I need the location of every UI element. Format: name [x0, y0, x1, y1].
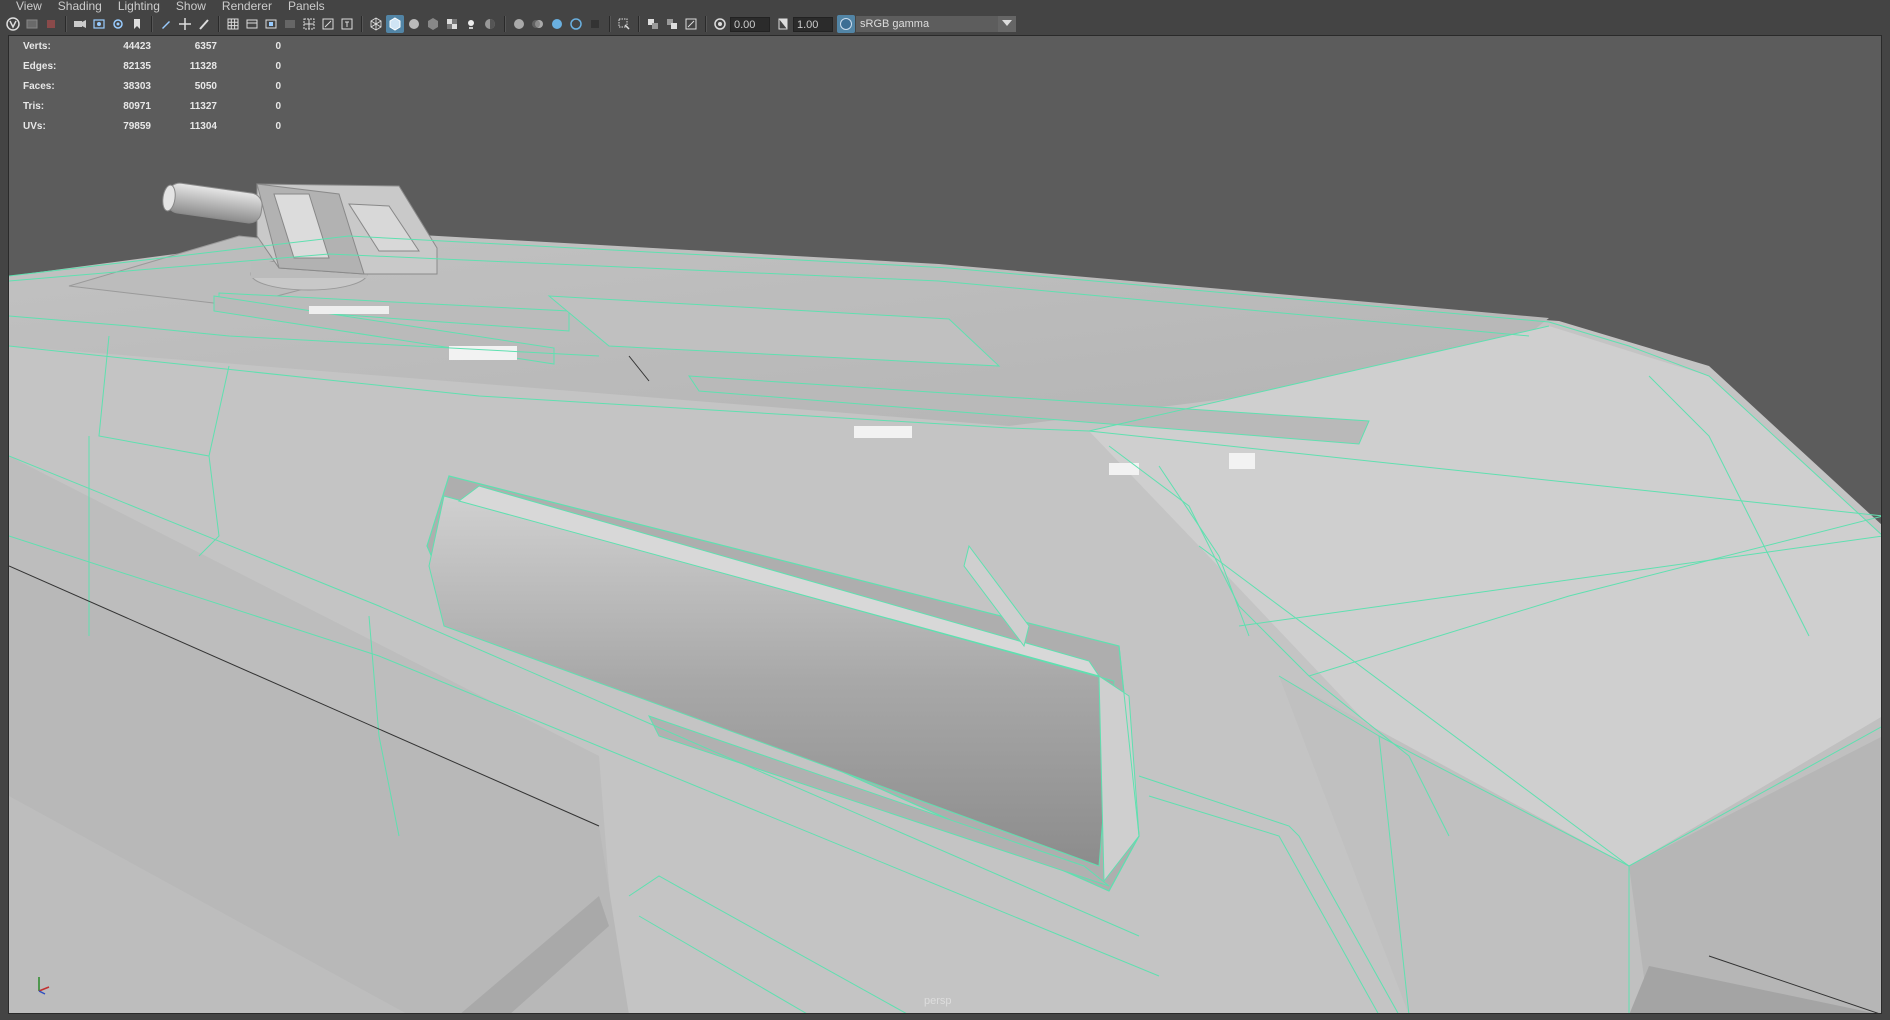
paint-icon[interactable]	[195, 15, 213, 33]
hud-selected: 11328	[189, 60, 217, 72]
use-default-material-icon[interactable]	[424, 15, 442, 33]
xray-joints-icon[interactable]	[644, 15, 662, 33]
menu-show[interactable]: Show	[169, 0, 213, 13]
menu-shading[interactable]: Shading	[51, 0, 109, 13]
top-plate-highlight-4	[1229, 453, 1255, 469]
safe-action-icon[interactable]	[319, 15, 337, 33]
exposure-field[interactable]: 0.00	[730, 16, 770, 32]
2d-pan-icon[interactable]	[90, 15, 108, 33]
isolate-select-icon[interactable]	[586, 15, 604, 33]
hud-label: Faces:	[23, 80, 55, 92]
smooth-shade-icon[interactable]	[405, 15, 423, 33]
textured-icon[interactable]	[443, 15, 461, 33]
chevron-down-icon	[1002, 20, 1012, 26]
bookmarks-icon[interactable]	[42, 15, 60, 33]
gamma-field[interactable]: 1.00	[793, 16, 833, 32]
scene-render[interactable]	[9, 36, 1882, 1014]
hud-total: 80971	[123, 100, 151, 112]
top-plate-highlight-5	[309, 306, 389, 314]
motion-blur-icon[interactable]	[529, 15, 547, 33]
hud-row-tris: Tris: 80971 11327 0	[23, 96, 303, 116]
exposure-icon[interactable]	[711, 15, 729, 33]
grease-pencil-icon[interactable]	[109, 15, 127, 33]
turret-barrel	[166, 182, 263, 224]
hud-row-uvs: UVs: 79859 11304 0	[23, 116, 303, 136]
hud-total: 44423	[123, 40, 151, 52]
hud-extra: 0	[275, 40, 281, 52]
hud-selected: 6357	[194, 40, 217, 52]
hud-extra: 0	[275, 80, 281, 92]
hud-row-edges: Edges: 82135 11328 0	[23, 56, 303, 76]
hud-total: 82135	[123, 60, 151, 72]
color-space-select[interactable]: sRGB gamma	[856, 16, 1016, 32]
film-gate-icon[interactable]	[243, 15, 261, 33]
hud-selected: 11304	[189, 120, 217, 132]
hud-label: Tris:	[23, 100, 45, 112]
menu-lighting[interactable]: Lighting	[111, 0, 167, 13]
hud-total: 79859	[123, 120, 151, 132]
menu-panels[interactable]: Panels	[281, 0, 332, 13]
menu-view[interactable]: View	[0, 0, 49, 13]
color-space-value: sRGB gamma	[860, 18, 930, 30]
hud-extra: 0	[275, 100, 281, 112]
toolbar-separator	[705, 16, 707, 32]
hud-selected: 5050	[194, 80, 217, 92]
poly-count-hud: Verts: 44423 6357 0 Edges: 82135 11328 0…	[23, 36, 303, 136]
wireframe-icon[interactable]	[367, 15, 385, 33]
toolbar-separator	[218, 16, 220, 32]
color-management-icon[interactable]	[837, 15, 855, 33]
gate-mask-icon[interactable]	[281, 15, 299, 33]
toolbar-separator	[151, 16, 153, 32]
view-axis-icon	[38, 977, 50, 995]
xray-icon[interactable]	[615, 15, 633, 33]
panel-menu-bar: View Shading Lighting Show Renderer Pane…	[0, 0, 1890, 13]
screen-space-ao-icon[interactable]	[510, 15, 528, 33]
hud-label: UVs:	[23, 120, 46, 132]
3d-viewport[interactable]: Verts: 44423 6357 0 Edges: 82135 11328 0…	[8, 35, 1882, 1014]
toolbar-separator	[609, 16, 611, 32]
panel-bottom-border	[0, 1014, 1890, 1020]
depth-of-field-icon[interactable]	[567, 15, 585, 33]
maya-viewport-window: View Shading Lighting Show Renderer Pane…	[0, 0, 1890, 1020]
hud-extra: 0	[275, 60, 281, 72]
xray-active-components-icon[interactable]	[663, 15, 681, 33]
menu-renderer[interactable]: Renderer	[215, 0, 279, 13]
top-plate-highlight-2	[854, 426, 912, 438]
grid-icon[interactable]	[224, 15, 242, 33]
toolbar-separator	[638, 16, 640, 32]
select-camera-icon[interactable]	[4, 15, 22, 33]
move-pivot-icon[interactable]	[176, 15, 194, 33]
resolution-icon[interactable]	[682, 15, 700, 33]
camera-attributes-icon[interactable]	[23, 15, 41, 33]
hud-row-faces: Faces: 38303 5050 0	[23, 76, 303, 96]
hud-label: Edges:	[23, 60, 57, 72]
gamma-icon[interactable]	[774, 15, 792, 33]
use-all-lights-icon[interactable]	[462, 15, 480, 33]
safe-title-icon[interactable]	[338, 15, 356, 33]
hud-row-verts: Verts: 44423 6357 0	[23, 36, 303, 56]
resolution-gate-icon[interactable]	[262, 15, 280, 33]
toolbar-separator	[504, 16, 506, 32]
toolbar-separator	[361, 16, 363, 32]
camera-name-label: persp	[924, 995, 952, 1007]
field-chart-icon[interactable]	[300, 15, 318, 33]
shadows-icon[interactable]	[481, 15, 499, 33]
bookmark-flag-icon[interactable]	[128, 15, 146, 33]
hud-total: 38303	[123, 80, 151, 92]
hud-selected: 11327	[189, 100, 217, 112]
wireframe-on-shaded-icon[interactable]	[386, 15, 404, 33]
hud-extra: 0	[275, 120, 281, 132]
image-plane-icon[interactable]	[71, 15, 89, 33]
pen-icon[interactable]	[157, 15, 175, 33]
hud-label: Verts:	[23, 40, 51, 52]
toolbar-separator	[65, 16, 67, 32]
panel-toolbar: 0.00 1.00 sRGB gamma	[0, 13, 1890, 35]
multisample-aa-icon[interactable]	[548, 15, 566, 33]
